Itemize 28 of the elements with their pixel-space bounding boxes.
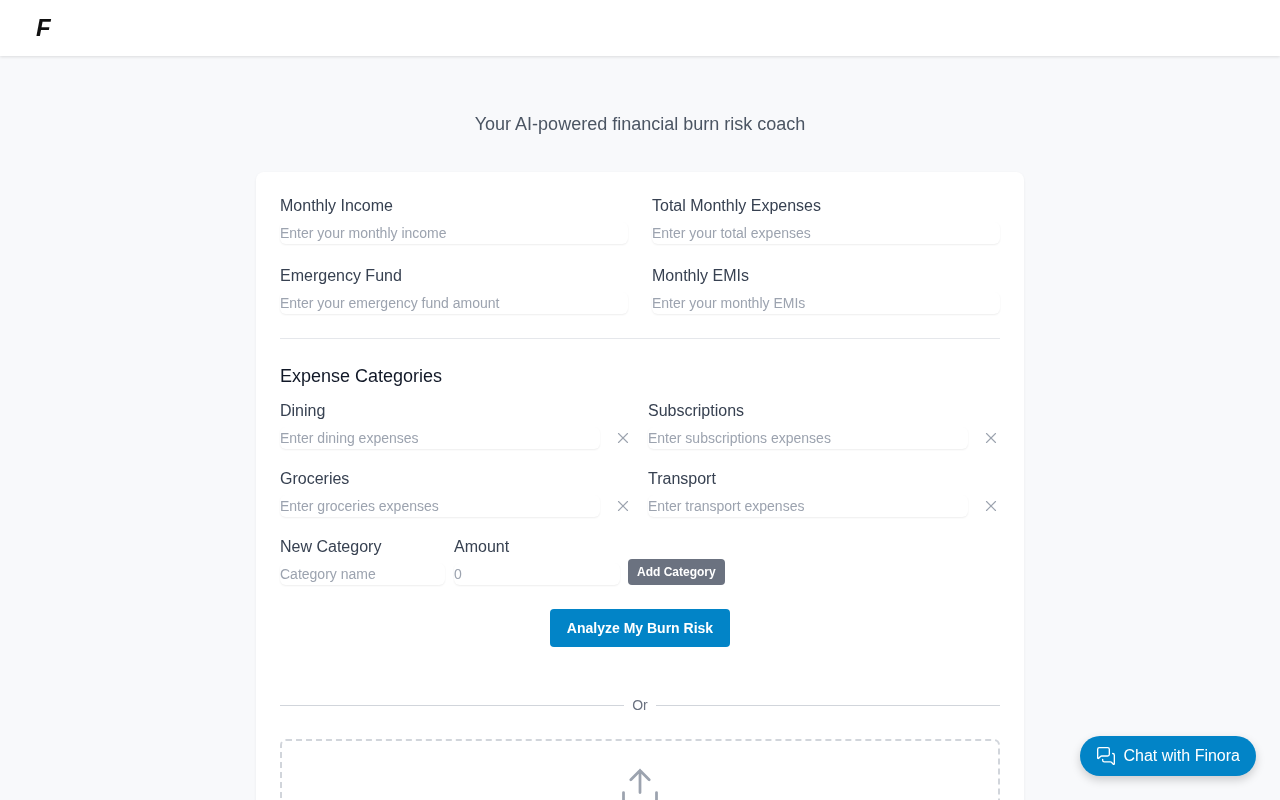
category-label: Dining [280,401,327,421]
add-category-button[interactable]: Add Category [628,559,725,585]
chat-icon [1095,746,1116,766]
input-field[interactable]: 0 [454,563,620,585]
input-field[interactable]: Enter groceries expenses [280,495,600,517]
field-label: New Category [280,537,383,557]
input-field[interactable]: Enter your monthly EMIs [652,292,1000,314]
input-field[interactable]: Category name [280,563,445,585]
input-field[interactable]: Enter your emergency fund amount [280,292,628,314]
analyze-button[interactable]: Analyze My Burn Risk [549,609,731,647]
input-field[interactable]: Enter your monthly income [280,222,628,244]
field-label: Emergency Fund [280,266,403,286]
subtitle: Your AI-powered financial burn risk coach [474,114,806,136]
category-label: Transport [648,469,717,489]
input-field[interactable]: Enter transport expenses [648,495,968,517]
logo: F [36,14,51,42]
field-label: Monthly EMIs [652,266,750,286]
category-label: Subscriptions [648,401,746,421]
field-label: Monthly Income [280,196,394,216]
field-label: Total Monthly Expenses [652,196,822,216]
section-title: Expense Categories [280,365,444,387]
field-label: Amount [454,537,511,557]
divider-text: Or [632,697,648,713]
input-field[interactable]: Enter dining expenses [280,427,600,449]
category-label: Groceries [280,469,351,489]
input-field[interactable]: Enter your total expenses [652,222,1000,244]
input-field[interactable]: Enter subscriptions expenses [648,427,968,449]
chat-button[interactable]: Chat with Finora [1079,736,1256,776]
